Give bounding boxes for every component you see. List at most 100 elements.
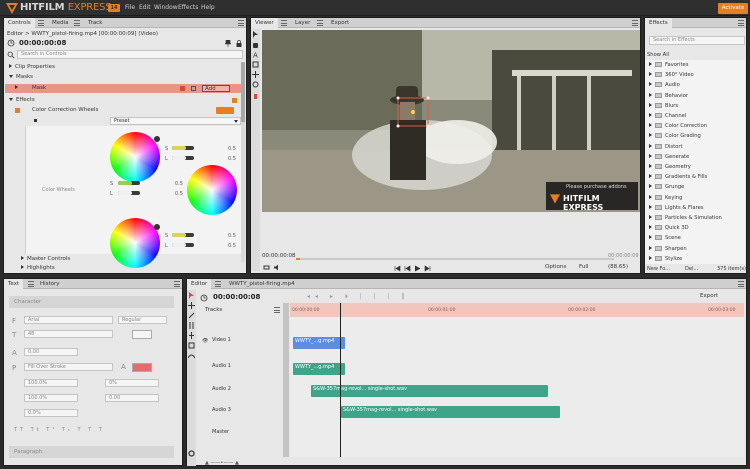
saturation-slider[interactable]	[172, 233, 194, 237]
mask-color-swatch[interactable]	[180, 86, 185, 91]
baseline-input[interactable]: 0.00	[105, 394, 159, 402]
panel-menu-icon[interactable]	[317, 20, 323, 26]
prev-frame-icon[interactable]	[404, 265, 411, 272]
panel-menu-icon[interactable]	[174, 281, 180, 287]
controls-scrollbar[interactable]	[241, 62, 245, 262]
move-tool-icon[interactable]	[252, 71, 259, 78]
tracks-menu-icon[interactable]	[274, 307, 280, 313]
tab-layer[interactable]: Layer	[291, 18, 314, 28]
panel-menu-icon[interactable]	[28, 281, 34, 287]
effects-folder-item[interactable]: 360° Video	[647, 70, 694, 80]
wheel-handle[interactable]	[154, 224, 160, 230]
panel-menu-icon[interactable]	[738, 281, 744, 287]
track-master[interactable]: Master	[200, 429, 282, 441]
tab-viewer[interactable]: Viewer	[251, 18, 278, 28]
settings-gear-icon[interactable]	[188, 450, 195, 457]
luminance-slider[interactable]	[172, 156, 194, 160]
slide-tool-icon[interactable]	[188, 342, 195, 349]
tab-text[interactable]: Text	[4, 279, 24, 289]
color-correction-wheels-row[interactable]: Color Correction Wheels	[5, 106, 245, 115]
add-effect-icon[interactable]	[232, 98, 237, 103]
text-tool-icon[interactable]: A	[252, 51, 259, 60]
effects-folder-item[interactable]: Favorites	[647, 60, 688, 70]
effects-folder-item[interactable]: Distort	[647, 142, 683, 152]
clip-properties-row[interactable]: Clip Properties	[5, 63, 245, 72]
zoom-dropdown[interactable]: (88.65)	[608, 264, 628, 270]
shadows-color-wheel[interactable]	[110, 132, 160, 182]
loop-icon[interactable]	[263, 264, 270, 271]
effects-search-input[interactable]: Search in Effects	[649, 36, 745, 45]
master-controls-row[interactable]: Master Controls	[5, 255, 245, 264]
tracking-input[interactable]: 0%	[105, 379, 159, 387]
effects-folder-item[interactable]: Quick 3D	[647, 223, 689, 233]
track-audio-3[interactable]: Audio 3	[200, 407, 282, 419]
transport-controls[interactable]: ◂◂ ▸ ⏵ | | | ‖	[307, 293, 410, 301]
effects-folder-item[interactable]: Particles & Simulation	[647, 213, 722, 223]
luminance-value[interactable]: 0.5	[228, 243, 236, 249]
highlights-row[interactable]: Highlights	[5, 264, 245, 273]
ripple-tool-icon[interactable]	[188, 322, 195, 329]
effects-folder-item[interactable]: Channel	[647, 111, 686, 121]
luminance-slider[interactable]	[118, 191, 140, 195]
tab-controls[interactable]: Controls	[4, 18, 35, 28]
midtones-color-wheel[interactable]	[187, 165, 237, 215]
luminance-value[interactable]: 0.5	[175, 191, 183, 197]
panel-menu-icon[interactable]	[281, 20, 287, 26]
roll-tool-icon[interactable]	[188, 332, 195, 339]
effects-folder-item[interactable]: Keying	[647, 193, 682, 203]
menu-edit[interactable]: Edit	[139, 4, 151, 11]
character-header[interactable]: Character	[9, 296, 174, 308]
effects-folder-item[interactable]: Grunge	[647, 182, 684, 192]
effects-filter-select[interactable]: Show All	[647, 52, 669, 58]
effects-folder-item[interactable]: Behavior	[647, 91, 688, 101]
video-preview[interactable]: Please purchase addons HITFILM EXPRESS	[262, 30, 640, 212]
quality-dropdown[interactable]: Full	[579, 264, 588, 270]
audio-clip-2[interactable]: S&W-357mag-revol... single-shot.wav	[311, 385, 548, 397]
track-audio-2[interactable]: Audio 2	[200, 386, 282, 398]
menu-help[interactable]: Help	[201, 4, 215, 11]
effects-folder-item[interactable]: Lights & Flares	[647, 203, 704, 213]
tab-clip[interactable]: WWTY_pistol-firing.mp4	[225, 279, 299, 289]
pin-icon[interactable]	[224, 39, 232, 47]
panel-menu-icon[interactable]	[38, 20, 44, 26]
audio-icon[interactable]	[273, 264, 280, 271]
font-style-select[interactable]: Regular	[118, 316, 167, 324]
select-tool-icon[interactable]	[252, 31, 259, 38]
tsume-input[interactable]: 0.0%	[24, 409, 78, 417]
zoom-slider[interactable]: ▲ ——•—— ▲	[205, 460, 239, 466]
tab-effects[interactable]: Effects	[645, 18, 672, 28]
vertical-scale-input[interactable]: 100.0%	[24, 394, 78, 402]
effects-folder-item[interactable]: Sharpen	[647, 244, 687, 254]
menu-file[interactable]: File	[125, 4, 135, 11]
menu-effects[interactable]: Effects	[178, 4, 198, 11]
panel-menu-icon[interactable]	[738, 20, 744, 26]
effects-folder-item[interactable]: Scene	[647, 233, 681, 243]
audio-clip-1[interactable]: WWTY_...g.mp4	[293, 363, 345, 375]
panel-menu-icon[interactable]	[215, 281, 221, 287]
select-tool-icon[interactable]	[188, 292, 195, 299]
track-audio-1[interactable]: Audio 1	[200, 363, 282, 375]
effect-menu-button[interactable]	[216, 107, 234, 114]
preset-select[interactable]: Preset	[110, 117, 241, 125]
mask-invert-icon[interactable]	[191, 86, 196, 91]
tab-export[interactable]: Export	[327, 18, 353, 28]
hand-tool-icon[interactable]	[252, 41, 259, 48]
mask-mode-select[interactable]: Add	[202, 85, 230, 92]
wheel-handle[interactable]	[154, 136, 160, 142]
audio-clip-3[interactable]: S&W-357mag-revol... single-shot.wav	[341, 406, 560, 418]
font-select[interactable]: Arial	[24, 316, 113, 324]
mask-tool-icon[interactable]	[252, 61, 259, 68]
fill-color-swatch[interactable]	[132, 330, 152, 339]
effects-folder-item[interactable]: Stylize	[647, 254, 682, 264]
saturation-value[interactable]: 0.5	[228, 146, 236, 152]
tab-track[interactable]: Track	[84, 18, 106, 28]
effects-folder-item[interactable]: Color Grading	[647, 131, 701, 141]
panel-menu-icon[interactable]	[632, 20, 638, 26]
saturation-slider[interactable]	[172, 146, 194, 150]
leading-input[interactable]: 0.00	[24, 348, 78, 356]
tab-media[interactable]: Media	[48, 18, 73, 28]
masks-row[interactable]: Masks	[5, 73, 245, 82]
stroke-color-swatch[interactable]	[132, 363, 152, 372]
delete-button[interactable]: Del...	[685, 266, 698, 272]
saturation-value[interactable]: 0.5	[228, 233, 236, 239]
